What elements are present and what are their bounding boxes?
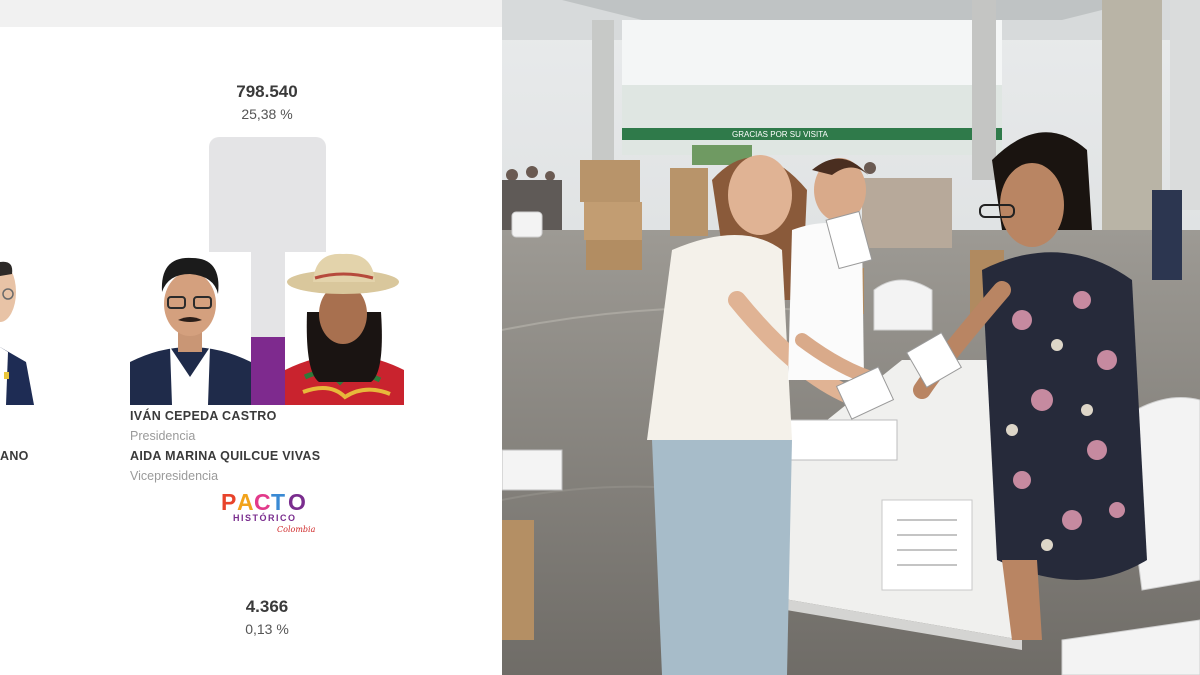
svg-text:Colombia: Colombia [277, 525, 316, 534]
bottom-row-votes: 4.366 [245, 597, 289, 616]
svg-text:A: A [237, 489, 254, 515]
previous-candidate-photo [0, 252, 34, 405]
svg-text:HISTÓRICO: HISTÓRICO [233, 512, 297, 523]
main-candidate-votes: 798.540 [236, 82, 298, 101]
president-candidate-photo [130, 252, 251, 405]
vice-candidate-photo [285, 252, 404, 405]
main-candidate-percent: 25,38 % [241, 106, 293, 122]
vice-candidate-name: AIDA MARINA QUILCUE VIVAS [130, 449, 321, 463]
president-role-label: Presidencia [130, 429, 196, 443]
election-results-panel: 798.540 25,38 % ANO IVÁN CEPEDA CASTRO P… [0, 0, 502, 675]
svg-text:O: O [288, 489, 306, 515]
pacto-historico-logo: P A C T O HISTÓRICO Colombia [219, 488, 317, 534]
bottom-row-percent: 0,13 % [245, 621, 289, 637]
svg-text:C: C [254, 489, 271, 515]
vote-counting-photo: GRACIAS POR SU VISITA [502, 0, 1200, 675]
vice-role-label: Vicepresidencia [130, 469, 219, 483]
svg-text:T: T [271, 489, 285, 515]
panel-top-bar [0, 0, 502, 27]
president-candidate-name: IVÁN CEPEDA CASTRO [130, 409, 277, 423]
previous-candidate-name-fragment: ANO [0, 449, 29, 463]
svg-text:P: P [221, 489, 236, 515]
photo-banner-text: GRACIAS POR SU VISITA [732, 130, 829, 139]
